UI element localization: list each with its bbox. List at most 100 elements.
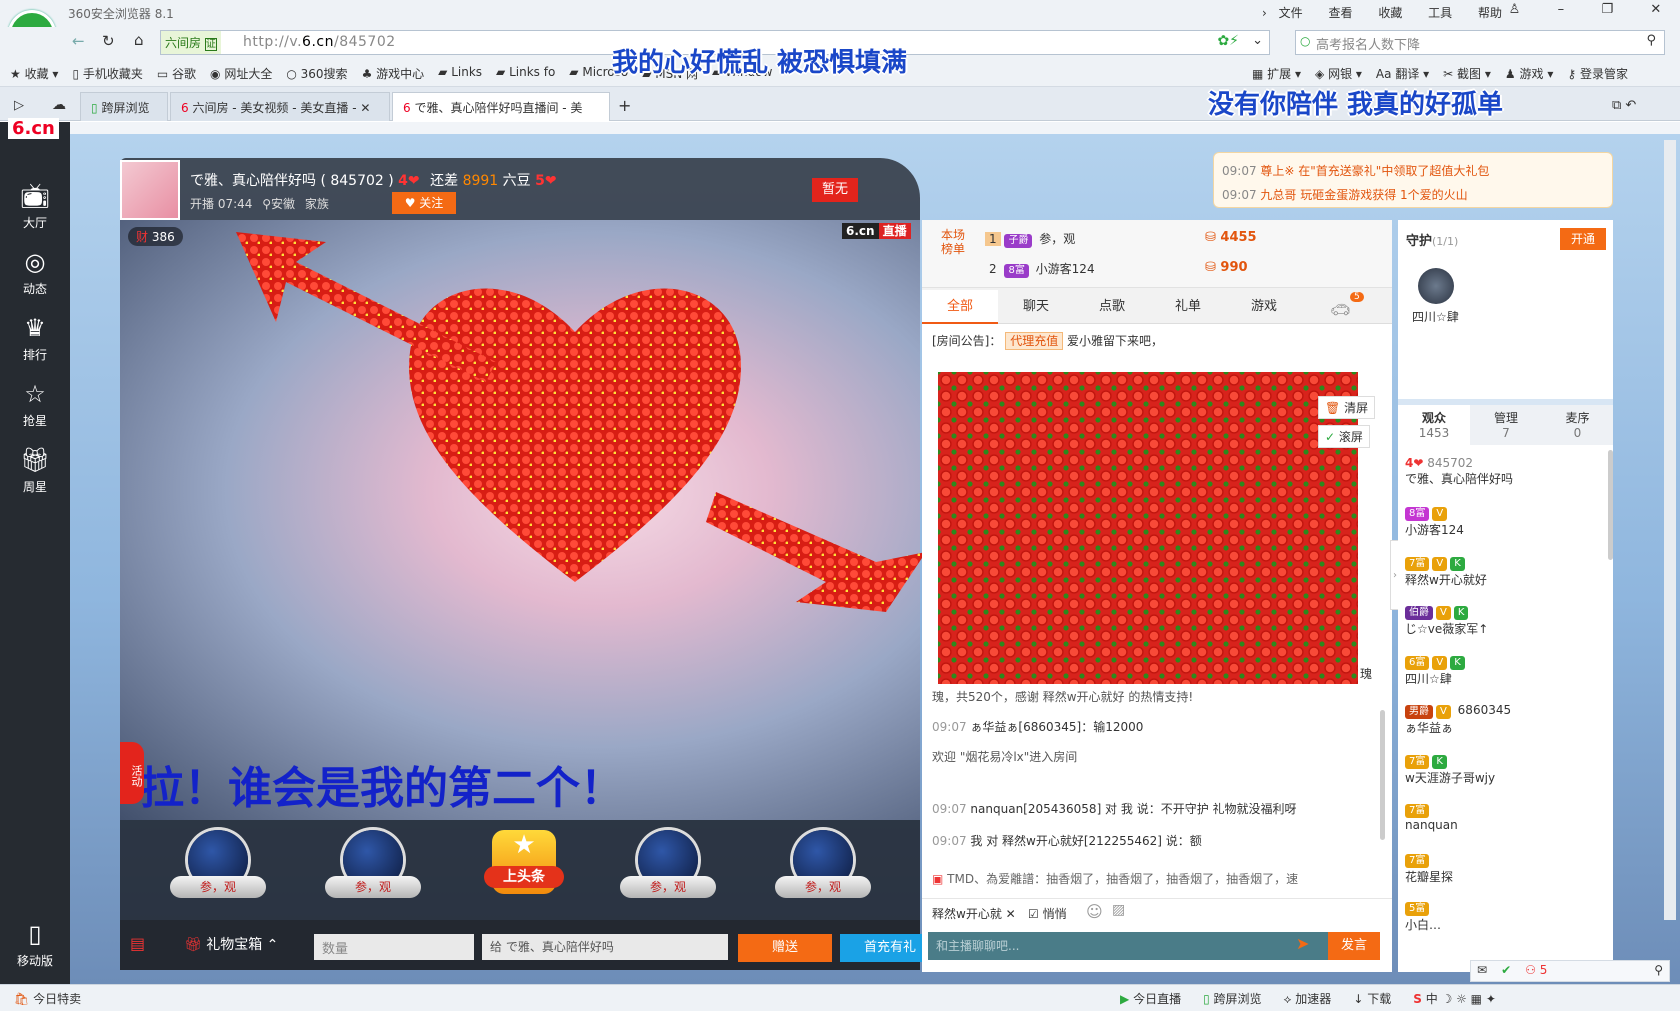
menu-file[interactable]: 文件 (1279, 6, 1303, 20)
quantity-input[interactable]: 数量 (314, 934, 474, 960)
user-item[interactable]: 4❤ 845702 で雅、真心陪伴好吗 (1405, 456, 1605, 487)
url-dropdown-icon[interactable]: ⌄ (1252, 33, 1263, 48)
auto-scroll-button[interactable]: ✓ 滚屏 (1318, 425, 1370, 448)
bookmark-game[interactable]: ♣ 游戏中心 (362, 65, 425, 82)
user-item[interactable]: 7富 V K 释然w开心就好 (1405, 555, 1605, 588)
status-download[interactable]: ↓ 下载 (1353, 990, 1391, 1007)
status-accelerator[interactable]: ⟡ 加速器 (1284, 990, 1332, 1007)
user-item[interactable]: 7富 nanquan (1405, 802, 1605, 832)
tool-bank[interactable]: ◈ 网银 ▾ (1315, 65, 1362, 82)
guard-member[interactable]: 四川☆肆 (1412, 308, 1459, 325)
new-tab-icon[interactable]: + (618, 96, 631, 115)
notice-item-1[interactable]: 09:07 尊上※ 在"首充送豪礼"中领取了超值大礼包 (1222, 162, 1489, 179)
chat-scrollbar[interactable] (1380, 710, 1385, 840)
user-item[interactable]: 7富 Kw天涯游子哥wjy (1405, 753, 1605, 786)
bookmark-360search[interactable]: ○ 360搜索 (286, 65, 347, 82)
tool-extensions[interactable]: ▦ 扩展 ▾ (1252, 65, 1301, 82)
tab-mic-queue[interactable]: 麦序 0 (1542, 405, 1613, 445)
sidebar-item-ranking[interactable]: ♛ 排行 (0, 304, 70, 370)
people-icon[interactable]: ⚇ 5 (1525, 963, 1547, 979)
chat-target-user[interactable]: 释然w开心就 ✕ (932, 905, 1016, 922)
status-today-live[interactable]: ▶ 今日直播 (1120, 990, 1181, 1007)
ranking-row[interactable]: 2 8富 小游客124 (985, 260, 1095, 278)
whisper-checkbox[interactable]: ☑ 悄悄 (1028, 905, 1067, 922)
user-item[interactable]: 6富 V K 四川☆肆 (1405, 654, 1605, 687)
mail-icon[interactable]: ✉ (1477, 963, 1487, 979)
announce-tag[interactable]: 代理充值 (1005, 332, 1064, 350)
gift-item[interactable]: 参，观 (775, 830, 871, 910)
tab-gift-list[interactable]: 礼单 (1150, 290, 1226, 324)
sidebar-item-weekly[interactable]: 🎁︎ 周星 (0, 436, 70, 502)
status-today-sale[interactable]: 🛍︎ 今日特卖 (14, 990, 81, 1007)
give-button[interactable]: 赠送 (738, 934, 832, 962)
sidebar-item-hall[interactable]: 📺︎ 大厅 (0, 172, 70, 238)
sidebar-toggle-icon[interactable]: ▷ (14, 98, 24, 113)
bookmark-links[interactable]: ▰ Links (438, 65, 482, 82)
menu-tools[interactable]: 工具 (1428, 6, 1452, 20)
menu-view[interactable]: 查看 (1328, 6, 1352, 20)
send-button[interactable]: 发言 (1328, 932, 1380, 960)
car-icon[interactable]: 🚗︎ (1330, 300, 1350, 319)
guard-avatar[interactable] (1418, 268, 1454, 304)
sidebar-item-mobile[interactable]: ▯ 移动版 (0, 910, 70, 976)
activity-tab[interactable]: 活动 (120, 742, 144, 804)
headline-gift[interactable]: ★ 上头条 (476, 830, 572, 910)
user-list-scrollbar[interactable] (1608, 450, 1613, 560)
back-icon[interactable]: ← (72, 32, 85, 50)
user-item[interactable]: 5富 小白… (1405, 900, 1605, 933)
menu-favorites[interactable]: 收藏 (1378, 6, 1402, 20)
user-item[interactable]: 7富 花瓣星探 (1405, 852, 1605, 885)
search-icon[interactable]: ⚲ (1654, 963, 1663, 979)
sidebar-item-feed[interactable]: ◎ 动态 (0, 238, 70, 304)
tab-6cn-home[interactable]: 6 六间房 - 美女视频 - 美女直播 - ✕ (170, 92, 390, 121)
gift-item[interactable]: 参，观 (620, 830, 716, 910)
ime-indicator[interactable]: S 中 ☽ ☼ ▦ ✦ (1413, 990, 1496, 1007)
gift-item[interactable]: 参，观 (170, 830, 266, 910)
bookmark-favorites[interactable]: ★ 收藏 ▾ (10, 65, 58, 82)
ranking-row[interactable]: 1 子爵 参，观 (985, 230, 1075, 248)
close-icon[interactable]: ✕ (1650, 2, 1661, 24)
refresh-icon[interactable]: ↻ (102, 32, 115, 50)
search-input[interactable]: ○ 高考报名人数下降 ⚲ (1295, 30, 1665, 55)
recipient-select[interactable]: 给 で雅、真心陪伴好吗 (482, 934, 728, 960)
clear-screen-button[interactable]: 🗑︎ 清屏 (1318, 396, 1376, 419)
tab-audience[interactable]: 观众 1453 (1398, 405, 1470, 445)
image-icon[interactable]: ▨ (1112, 902, 1125, 918)
bookmark-mobile[interactable]: ▯ 手机收藏夹 (72, 65, 142, 82)
recharge-icon[interactable]: ▤ (130, 934, 145, 953)
user-item[interactable]: 男爵 V 6860345 ぁ华益ぁ (1405, 703, 1605, 736)
maximize-icon[interactable]: ❐ (1601, 2, 1613, 24)
cloud-icon[interactable]: ☁ (52, 97, 66, 113)
tool-translate[interactable]: Aa 翻译 ▾ (1376, 65, 1429, 82)
site-identity[interactable]: 六间房 证 (161, 31, 221, 54)
tool-login-manager[interactable]: ⚷ 登录管家 (1567, 65, 1628, 82)
bookmark-google[interactable]: ▭ 谷歌 (157, 65, 196, 82)
site-logo[interactable]: 6.cn (8, 118, 59, 139)
tab-live-room[interactable]: 6 で雅、真心陪伴好吗直播间 - 美 (392, 92, 610, 121)
tab-admins[interactable]: 管理 7 (1470, 405, 1542, 445)
emoji-icon[interactable]: ☺ (1086, 902, 1103, 921)
search-icon[interactable]: ⚲ (1646, 33, 1656, 48)
shirt-icon[interactable]: ♙ (1509, 2, 1521, 24)
user-item[interactable]: 8富 V 小游客124 (1405, 505, 1605, 538)
user-item[interactable]: 伯爵 V K じ☆ve薇家军↑ (1405, 604, 1605, 637)
sidebar-item-star[interactable]: ☆ 抢星 (0, 370, 70, 436)
tool-screenshot[interactable]: ✂ 截图 ▾ (1443, 65, 1491, 82)
anchor-avatar[interactable] (120, 160, 180, 220)
follow-button[interactable]: ♥ 关注 (392, 192, 456, 214)
gift-item[interactable]: 参，观 (325, 830, 421, 910)
notice-item-2[interactable]: 09:07 九总哥 玩砸金蛋游戏获得 1个爱的火山 (1222, 186, 1468, 203)
tool-games[interactable]: ♟ 游戏 ▾ (1505, 65, 1553, 82)
send-icon[interactable]: ➤ (1296, 934, 1309, 953)
minimize-icon[interactable]: – (1558, 2, 1565, 24)
page-scrollbar[interactable] (1664, 140, 1676, 920)
tab-all[interactable]: 全部 (922, 290, 998, 324)
security-shield-icon[interactable]: ✿⚡ (1217, 33, 1239, 49)
bookmark-linksfo[interactable]: ▰ Links fo (496, 65, 555, 82)
search-engine-icon[interactable]: ○ (1300, 34, 1310, 48)
status-cross-screen[interactable]: ▯ 跨屏浏览 (1203, 990, 1261, 1007)
restore-icon[interactable]: ⧉ ↶ (1612, 98, 1636, 113)
bookmark-hao[interactable]: ◉ 网址大全 (210, 65, 272, 82)
check-icon[interactable]: ✔ (1501, 963, 1511, 979)
tab-games[interactable]: 游戏 (1226, 290, 1302, 324)
